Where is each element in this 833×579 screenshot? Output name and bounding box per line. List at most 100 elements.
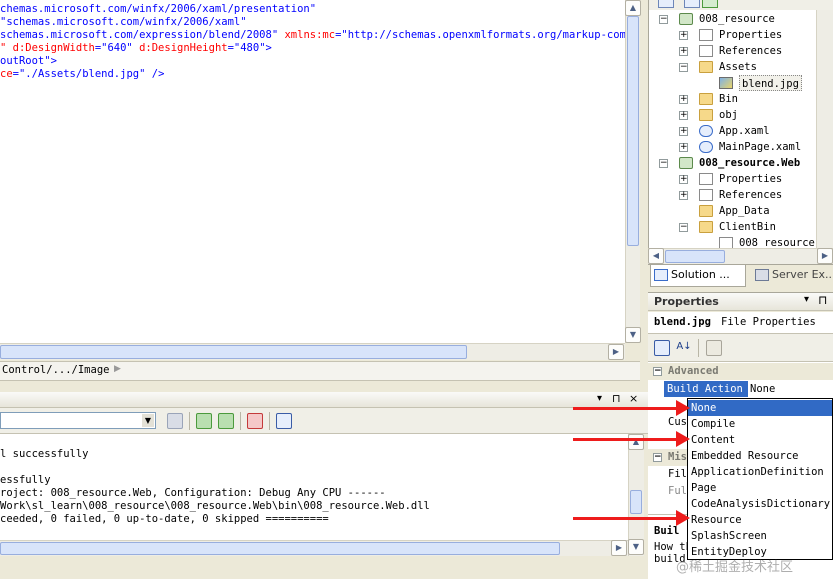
output-source-select[interactable]: ▼ <box>0 412 156 429</box>
close-icon[interactable]: × <box>629 392 638 405</box>
tree-item[interactable]: References <box>719 187 782 203</box>
categorized-icon[interactable] <box>654 340 670 356</box>
references-icon <box>699 45 713 57</box>
property-build-action-value[interactable]: None <box>750 381 775 397</box>
build-action-dropdown-list[interactable]: None Compile Content Embedded Resource Appli… <box>687 398 833 560</box>
solution-vertical-scrollbar[interactable] <box>816 10 833 248</box>
h-scroll-thumb[interactable] <box>0 345 467 359</box>
output-text[interactable]: l successfully essfully roject: 008_resour… <box>0 434 628 556</box>
property-build-action-name[interactable]: Build Action <box>664 381 748 397</box>
annotation-arrow <box>573 431 690 447</box>
build-action-option[interactable]: Resource <box>688 512 832 528</box>
build-action-option[interactable]: Content <box>688 432 832 448</box>
expand-icon[interactable]: + <box>679 111 688 120</box>
scroll-right-button[interactable]: ▶ <box>817 248 833 264</box>
expand-icon[interactable]: + <box>679 175 688 184</box>
scroll-down-button[interactable]: ▼ <box>628 539 644 555</box>
expand-icon[interactable]: + <box>679 95 688 104</box>
chevron-down-icon[interactable]: ▼ <box>142 414 154 427</box>
collapse-icon[interactable]: − <box>679 223 688 232</box>
scroll-left-button[interactable]: ◀ <box>648 248 664 264</box>
scroll-up-button[interactable]: ▲ <box>628 434 644 450</box>
expand-icon[interactable]: + <box>679 31 688 40</box>
folder-open-icon <box>699 61 713 73</box>
folder-icon <box>699 109 713 121</box>
tree-item[interactable]: Assets <box>719 59 757 75</box>
tree-item[interactable]: References <box>719 43 782 59</box>
property-file-name[interactable]: Fil <box>668 468 687 480</box>
build-action-option[interactable]: Compile <box>688 416 832 432</box>
tree-item[interactable]: 008_resource <box>699 11 775 27</box>
code-line: outRoot"> <box>0 55 57 68</box>
tree-item[interactable]: Properties <box>719 171 782 187</box>
code-line: " d:DesignWidth="640" d:DesignHeight="48… <box>0 42 272 55</box>
expand-icon[interactable]: + <box>679 191 688 200</box>
code-line: schemas.microsoft.com/expression/blend/2… <box>0 29 625 42</box>
build-action-option[interactable]: ApplicationDefinition <box>688 464 832 480</box>
clear-all-icon[interactable] <box>247 413 263 429</box>
collapse-icon[interactable]: − <box>679 63 688 72</box>
word-wrap-icon[interactable] <box>276 413 292 429</box>
build-action-option[interactable]: CodeAnalysisDictionary <box>688 496 832 512</box>
scroll-thumb[interactable] <box>627 16 639 246</box>
properties-object-selector[interactable]: blend.jpg File Properties <box>648 312 833 334</box>
breadcrumb-arrow-icon[interactable]: ▶ <box>114 364 121 374</box>
collapse-icon[interactable]: − <box>659 159 668 168</box>
scroll-right-button[interactable]: ▶ <box>611 540 627 556</box>
tree-item[interactable]: App_Data <box>719 203 770 219</box>
breadcrumb-path[interactable]: Control/.../Image <box>2 364 109 376</box>
code-editor[interactable]: chemas.microsoft.com/winfx/2006/xaml/pre… <box>0 0 625 343</box>
pin-icon[interactable]: ⊓ <box>818 293 827 307</box>
show-all-files-icon[interactable] <box>684 0 700 8</box>
scroll-down-button[interactable]: ▼ <box>625 327 641 343</box>
build-action-option[interactable]: Page <box>688 480 832 496</box>
pin-icon[interactable]: ⊓ <box>612 392 621 405</box>
editor-horizontal-scrollbar[interactable]: ▶ <box>0 343 625 360</box>
alphabetical-icon[interactable]: A↓ <box>676 340 692 356</box>
go-previous-message-icon[interactable] <box>196 413 212 429</box>
output-line: l successfully <box>0 448 89 460</box>
toolbar-separator <box>189 412 190 430</box>
build-action-option[interactable]: SplashScreen <box>688 528 832 544</box>
properties-toolbar-icon[interactable] <box>658 0 674 8</box>
refresh-icon[interactable] <box>702 0 718 8</box>
tree-item[interactable]: MainPage.xaml <box>719 139 801 155</box>
expand-icon[interactable]: + <box>679 143 688 152</box>
collapse-icon[interactable]: − <box>659 15 668 24</box>
tree-item[interactable]: Bin <box>719 91 738 107</box>
code-token: "schemas.microsoft.com/winfx/2006/xaml" <box>0 16 247 28</box>
collapse-icon[interactable]: − <box>653 453 662 462</box>
build-action-option[interactable]: None <box>688 400 832 416</box>
dropdown-arrow-icon[interactable]: ▾ <box>804 294 809 305</box>
go-next-message-icon[interactable] <box>218 413 234 429</box>
editor-vertical-scrollbar[interactable]: ▲ ▼ <box>625 0 641 343</box>
find-message-icon[interactable] <box>167 413 183 429</box>
property-pages-icon[interactable] <box>706 340 722 356</box>
output-vertical-scrollbar[interactable]: ▲ ▼ <box>628 434 644 556</box>
tree-item[interactable]: Properties <box>719 27 782 43</box>
dropdown-arrow-icon[interactable]: ▾ <box>597 393 602 404</box>
build-action-option[interactable]: Embedded Resource <box>688 448 832 464</box>
category-advanced[interactable]: − Advanced <box>648 363 833 380</box>
tree-item[interactable]: blend.jpg <box>739 75 802 91</box>
h-scroll-thumb[interactable] <box>0 542 560 555</box>
tree-item[interactable]: App.xaml <box>719 123 770 139</box>
solution-explorer-tree[interactable]: − 008_resource + Properties + References − Asse… <box>648 10 833 248</box>
tree-item[interactable]: ClientBin <box>719 219 776 235</box>
tab-solution-explorer[interactable]: Solution ... <box>650 265 746 287</box>
solution-horizontal-scrollbar[interactable]: ◀ ▶ <box>648 248 833 264</box>
scroll-right-button[interactable]: ▶ <box>608 344 624 360</box>
expand-icon[interactable]: + <box>679 127 688 136</box>
project-icon <box>679 13 693 25</box>
tab-server-explorer[interactable]: Server Ex... <box>752 265 833 287</box>
property-custom-tool-name[interactable]: Cus <box>668 416 687 428</box>
expand-icon[interactable]: + <box>679 47 688 56</box>
property-full-path[interactable]: Ful <box>668 485 687 497</box>
output-horizontal-scrollbar[interactable]: ▶ <box>0 540 628 556</box>
h-scroll-thumb[interactable] <box>665 250 725 263</box>
collapse-icon[interactable]: − <box>653 367 662 376</box>
scroll-up-button[interactable]: ▲ <box>625 0 641 16</box>
tree-item[interactable]: 008_resource.Web <box>699 155 800 171</box>
tree-item[interactable]: obj <box>719 107 738 123</box>
scroll-thumb[interactable] <box>630 490 642 514</box>
